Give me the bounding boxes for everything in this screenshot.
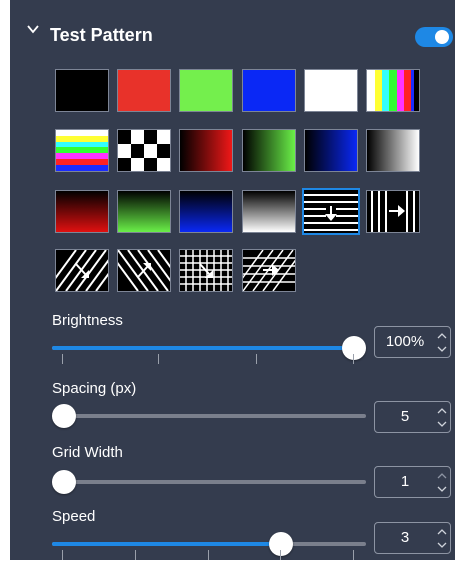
pattern-moving-lines-right[interactable]	[366, 190, 420, 233]
pattern-moving-diagonal-grid-right[interactable]	[242, 249, 296, 292]
slider-tick	[256, 354, 257, 364]
chevron-down-icon[interactable]	[436, 343, 448, 355]
spacing-label: Spacing (px)	[52, 380, 137, 397]
speed-slider-thumb[interactable]	[269, 532, 293, 556]
brightness-slider-thumb[interactable]	[342, 336, 366, 360]
chevron-down-icon[interactable]	[436, 418, 448, 430]
pattern-blue-gradient-horizontal[interactable]	[304, 129, 358, 172]
spacing-spinbox[interactable]: 5	[374, 401, 451, 433]
speed-label: Speed	[52, 508, 96, 525]
speed-slider-fill	[52, 542, 280, 546]
brightness-slider-track[interactable]	[52, 346, 354, 350]
pattern-moving-diagonal-up-right[interactable]	[117, 249, 171, 292]
test-pattern-panel: Test Pattern Brightness 100% Spacing (px…	[10, 0, 455, 560]
spacing-slider-track[interactable]	[52, 414, 366, 418]
pattern-gray-gradient-vertical[interactable]	[242, 190, 296, 233]
pattern-red-gradient-horizontal[interactable]	[179, 129, 233, 172]
chevron-down-icon[interactable]	[436, 539, 448, 551]
grid-width-slider-thumb[interactable]	[52, 470, 76, 494]
pattern-solid-green[interactable]	[179, 69, 233, 112]
pattern-checkerboard[interactable]	[117, 129, 171, 172]
pattern-color-bars-vertical[interactable]	[366, 69, 420, 112]
grid-width-value: 1	[400, 473, 410, 490]
pattern-moving-diagonal-down-right[interactable]	[55, 249, 109, 292]
brightness-value: 100%	[385, 333, 425, 350]
enable-toggle[interactable]	[415, 27, 453, 47]
speed-slider-track[interactable]	[52, 542, 366, 546]
chevron-up-icon[interactable]	[436, 330, 448, 342]
toggle-knob	[435, 30, 449, 44]
chevron-down-icon[interactable]	[436, 483, 448, 495]
chevron-up-icon[interactable]	[436, 470, 448, 482]
pattern-red-gradient-vertical[interactable]	[55, 190, 109, 233]
pattern-blue-gradient-vertical[interactable]	[179, 190, 233, 233]
speed-spinbox[interactable]: 3	[374, 522, 451, 554]
slider-tick	[62, 550, 63, 560]
slider-tick	[353, 354, 354, 364]
grid-width-slider-track[interactable]	[52, 480, 366, 484]
speed-value: 3	[400, 529, 410, 546]
slider-tick	[62, 354, 63, 364]
pattern-color-bars-horizontal[interactable]	[55, 129, 109, 172]
spacing-value: 5	[400, 408, 410, 425]
brightness-spinbox[interactable]: 100%	[374, 326, 451, 358]
pattern-solid-blue[interactable]	[242, 69, 296, 112]
pattern-moving-lines-down[interactable]	[302, 188, 360, 235]
slider-tick	[280, 550, 281, 560]
slider-tick	[208, 550, 209, 560]
section-title: Test Pattern	[50, 25, 153, 45]
grid-width-label: Grid Width	[52, 444, 123, 461]
grid-width-spinbox[interactable]: 1	[374, 466, 451, 498]
brightness-slider-fill	[52, 346, 354, 350]
pattern-green-gradient-horizontal[interactable]	[242, 129, 296, 172]
slider-tick	[353, 550, 354, 560]
brightness-label: Brightness	[52, 312, 123, 329]
pattern-solid-black[interactable]	[55, 69, 109, 112]
pattern-moving-grid-diagonal[interactable]	[179, 249, 233, 292]
chevron-down-icon[interactable]	[26, 22, 40, 36]
pattern-solid-red[interactable]	[117, 69, 171, 112]
chevron-up-icon[interactable]	[436, 526, 448, 538]
pattern-gray-gradient-horizontal[interactable]	[366, 129, 420, 172]
spacing-slider-thumb[interactable]	[52, 404, 76, 428]
section-header[interactable]: Test Pattern	[10, 0, 455, 62]
slider-tick	[158, 354, 159, 364]
slider-tick	[135, 550, 136, 560]
pattern-solid-white[interactable]	[304, 69, 358, 112]
chevron-up-icon[interactable]	[436, 405, 448, 417]
pattern-green-gradient-vertical[interactable]	[117, 190, 171, 233]
